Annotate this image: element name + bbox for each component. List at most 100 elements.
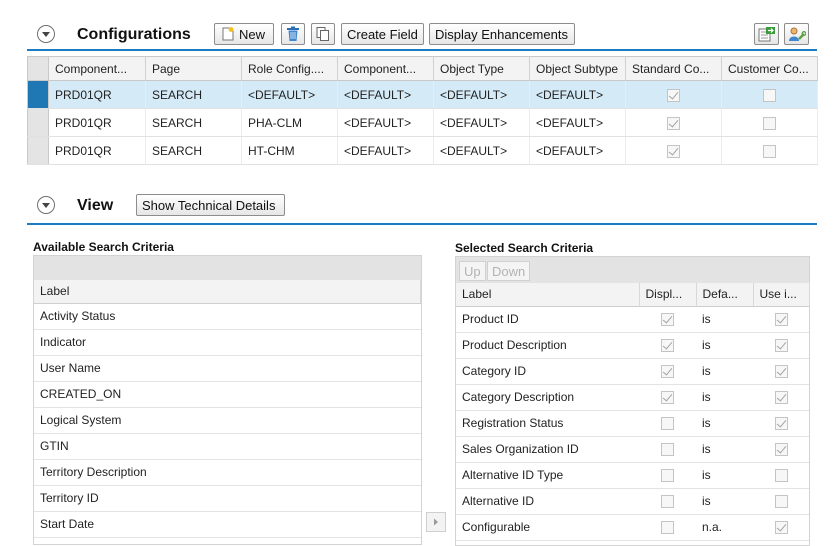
cell-use (753, 410, 809, 437)
view-divider (27, 223, 817, 225)
display-enhancements-button[interactable]: Display Enhancements (429, 23, 575, 45)
cell-component: PRD01QR (48, 108, 146, 137)
list-item[interactable]: Activity Status (34, 303, 421, 330)
create-field-button[interactable]: Create Field (341, 23, 424, 45)
standard-checkbox (667, 116, 680, 130)
table-row[interactable]: PRD01QR SEARCH <DEFAULT> <DEFAULT> <DEFA… (27, 80, 818, 109)
use-checkbox (774, 521, 788, 535)
standard-checkbox (667, 88, 680, 102)
list-item[interactable]: Start Date (34, 511, 421, 538)
column-header[interactable]: Component... (337, 56, 434, 81)
available-toolbar (34, 256, 421, 280)
column-header[interactable]: Object Subtype (529, 56, 626, 81)
table-row[interactable]: PRD01QR SEARCH PHA-CLM <DEFAULT> <DEFAUL… (27, 108, 818, 137)
personalize-button[interactable] (784, 23, 809, 45)
cell-display (639, 358, 696, 385)
column-header[interactable]: Standard Co... (625, 56, 722, 81)
column-header[interactable]: Component... (48, 56, 146, 81)
column-header[interactable]: Page (145, 56, 242, 81)
display-checkbox (661, 495, 674, 509)
cell-component-2: <DEFAULT> (337, 136, 434, 165)
table-row[interactable]: Product ID is (456, 306, 809, 333)
column-header[interactable]: Customer Co... (721, 56, 818, 81)
list-item-label: Activity Status (34, 303, 421, 330)
add-criteria-button[interactable] (426, 512, 446, 532)
column-header[interactable]: Object Type (433, 56, 530, 81)
use-checkbox (774, 417, 788, 431)
column-header-use[interactable]: Use i... (753, 283, 810, 307)
display-checkbox (661, 469, 674, 483)
table-row[interactable]: Product Description is (456, 332, 809, 359)
cell-use (753, 514, 809, 541)
list-item-label: Territory ID (34, 485, 421, 512)
list-item[interactable]: Territory ID (34, 485, 421, 512)
cell-display (639, 514, 696, 541)
use-checkbox (774, 469, 788, 483)
collapse-configurations-toggle[interactable] (37, 25, 55, 43)
criteria-default: is (696, 488, 753, 515)
table-row[interactable]: Alternative ID is (456, 488, 809, 515)
criteria-label: Sales Organization ID (456, 436, 639, 463)
criteria-label: Product Description (456, 332, 639, 359)
list-item[interactable]: Territory Description (34, 459, 421, 486)
table-row[interactable]: Category Description is (456, 384, 809, 411)
copy-button[interactable] (311, 23, 335, 45)
row-selector[interactable] (27, 108, 49, 137)
create-field-label: Create Field (347, 26, 418, 42)
selected-criteria-title: Selected Search Criteria (455, 241, 594, 255)
display-checkbox (661, 313, 674, 327)
column-header-default[interactable]: Defa... (696, 283, 754, 307)
list-item-label: Indicator (34, 329, 421, 356)
configurations-title: Configurations (77, 26, 191, 43)
show-technical-details-button[interactable]: Show Technical Details (136, 194, 285, 216)
collapse-view-toggle[interactable] (37, 196, 55, 214)
cell-component-2: <DEFAULT> (337, 80, 434, 109)
new-button[interactable]: New (214, 23, 274, 45)
user-settings-icon (788, 27, 806, 41)
display-checkbox (661, 365, 674, 379)
criteria-default: is (696, 332, 753, 359)
column-header-label[interactable]: Label (456, 283, 640, 307)
table-row[interactable]: Sales Organization ID is (456, 436, 809, 463)
delete-button[interactable] (281, 23, 305, 45)
show-technical-details-label: Show Technical Details (142, 197, 276, 213)
cell-use (753, 462, 809, 489)
list-item[interactable]: CREATED_ON (34, 381, 421, 408)
table-row[interactable]: Category ID is (456, 358, 809, 385)
criteria-label: Category ID (456, 358, 639, 385)
column-header[interactable]: Role Config.... (241, 56, 338, 81)
table-row[interactable]: Configurable n.a. (456, 514, 809, 541)
selected-criteria-list: Up Down Label Displ... Defa... Use i... … (455, 256, 810, 546)
down-button[interactable]: Down (487, 261, 531, 281)
table-row[interactable]: Registration Status is (456, 410, 809, 437)
table-row[interactable]: PRD01QR SEARCH HT-CHM <DEFAULT> <DEFAULT… (27, 136, 818, 165)
cell-page: SEARCH (145, 108, 242, 137)
row-selector[interactable] (27, 136, 49, 165)
cell-use (753, 306, 809, 333)
available-criteria-table: Label Activity Status Indicator User Nam… (34, 280, 421, 538)
column-header-label[interactable]: Label (34, 280, 421, 304)
configurations-divider (27, 49, 817, 51)
row-selector[interactable] (27, 80, 49, 109)
chevron-down-icon (42, 31, 50, 37)
column-header-display[interactable]: Displ... (639, 283, 697, 307)
list-item[interactable]: Indicator (34, 329, 421, 356)
export-button[interactable] (754, 23, 779, 45)
up-button[interactable]: Up (459, 261, 486, 281)
list-item[interactable]: User Name (34, 355, 421, 382)
cell-object-type: <DEFAULT> (433, 108, 530, 137)
criteria-label: Registration Status (456, 410, 639, 437)
selected-criteria-table: Label Displ... Defa... Use i... Product … (456, 283, 810, 541)
cell-standard (625, 136, 722, 165)
display-enhancements-label: Display Enhancements (435, 26, 568, 42)
customer-checkbox (763, 116, 776, 130)
display-checkbox (661, 443, 674, 457)
criteria-label: Alternative ID (456, 488, 639, 515)
cell-component-2: <DEFAULT> (337, 108, 434, 137)
select-all-cell[interactable] (27, 56, 49, 81)
list-item[interactable]: Logical System (34, 407, 421, 434)
list-item[interactable]: GTIN (34, 433, 421, 460)
table-row[interactable]: Alternative ID Type is (456, 462, 809, 489)
copy-icon (316, 27, 329, 41)
list-item-label: GTIN (34, 433, 421, 460)
